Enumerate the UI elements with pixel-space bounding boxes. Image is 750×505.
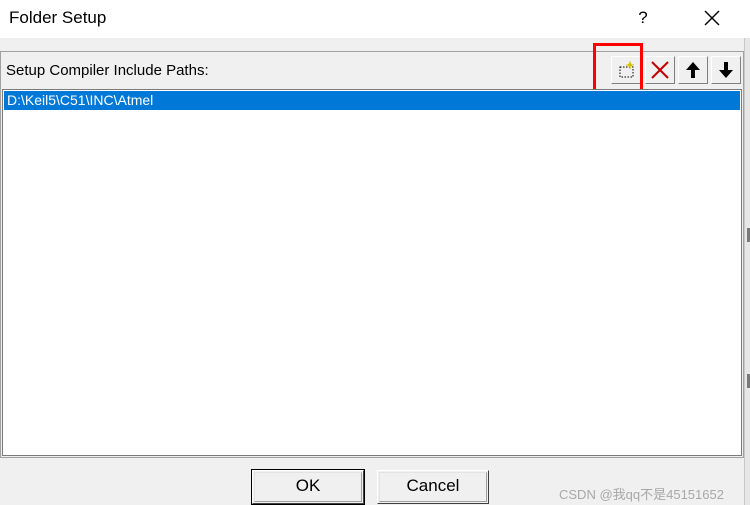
help-button[interactable]: ? (626, 4, 660, 32)
cancel-button-label: Cancel (406, 476, 460, 495)
close-icon (704, 10, 720, 26)
cancel-button[interactable]: Cancel (377, 470, 489, 504)
close-button[interactable] (693, 4, 731, 32)
ok-button[interactable]: OK (251, 469, 365, 505)
include-paths-list[interactable]: D:\Keil5\C51\INC\Atmel (2, 89, 742, 456)
paths-toolbar: Setup Compiler Include Paths: (2, 53, 742, 87)
list-item[interactable]: D:\Keil5\C51\INC\Atmel (4, 91, 740, 110)
title-bar: Folder Setup ? (0, 0, 750, 38)
delete-path-button[interactable] (645, 56, 675, 84)
new-path-button[interactable] (611, 56, 641, 84)
window-title: Folder Setup (9, 8, 107, 27)
move-down-icon (719, 62, 733, 78)
new-folder-icon (619, 61, 634, 78)
include-paths-label: Setup Compiler Include Paths: (6, 62, 209, 79)
move-down-button[interactable] (711, 56, 741, 84)
delete-icon (651, 61, 669, 79)
ok-button-label: OK (295, 476, 321, 495)
watermark-text: CSDN @我qq不是45151652 (559, 487, 724, 502)
move-up-icon (686, 62, 700, 78)
move-up-button[interactable] (678, 56, 708, 84)
background-window-edge (744, 38, 750, 505)
